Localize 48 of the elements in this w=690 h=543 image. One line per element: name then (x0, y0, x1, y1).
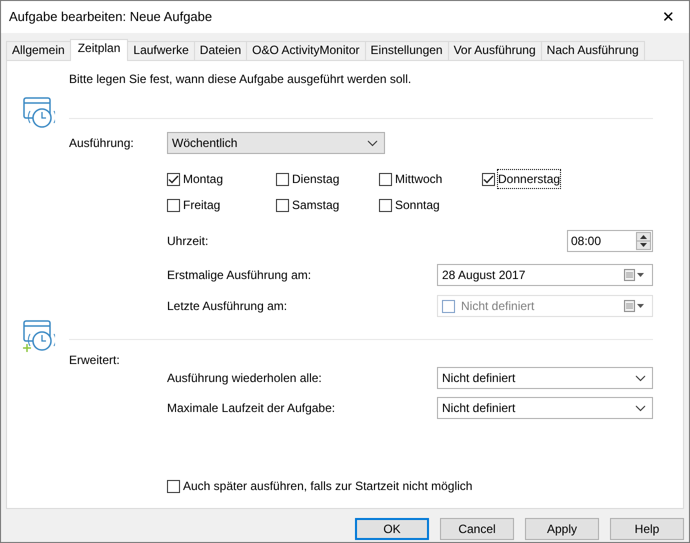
time-spinner[interactable]: 08:00 (567, 230, 653, 252)
checkbox[interactable] (167, 172, 180, 186)
date-picker[interactable]: 28 August 2017 (437, 264, 653, 286)
dialog-button[interactable]: Cancel (440, 518, 514, 540)
field-label: Ausführung: (69, 135, 135, 152)
checkbox[interactable] (276, 172, 289, 186)
field-label: Maximale Laufzeit der Aufgabe: (167, 400, 336, 417)
schedule-dropdown[interactable]: Wöchentlich (167, 132, 385, 154)
date-value: 28 August 2017 (442, 267, 526, 284)
calendar-dropdown-icon (624, 269, 646, 281)
checkbox[interactable] (482, 172, 495, 186)
chevron-icon (635, 404, 646, 412)
calendar-dropdown-icon (624, 300, 646, 312)
close-button[interactable]: ✕ (658, 10, 679, 24)
chevron-icon (635, 374, 646, 382)
checkbox-label[interactable]: Sonntag (395, 196, 440, 214)
dialog-button[interactable]: Apply (525, 518, 599, 540)
spin-arrows-icon (636, 232, 651, 250)
field-label: Letzte Ausführung am: (167, 298, 288, 315)
checkbox[interactable] (276, 198, 289, 212)
window-title: Aufgabe bearbeiten: Neue Aufgabe (9, 8, 212, 26)
checkbox[interactable] (167, 480, 180, 492)
field-label: Uhrzeit: (167, 233, 210, 250)
field-label: Ausführung wiederholen alle: (167, 370, 323, 387)
intro-text: Bitte legen Sie fest, wann diese Aufgabe ausgeführt werden soll. (69, 71, 412, 86)
checkbox-label[interactable]: Freitag (183, 196, 220, 214)
tab[interactable]: Allgemein (6, 41, 71, 60)
calendar-clock-add-icon (21, 319, 55, 353)
chevron-icon (367, 140, 378, 146)
checkbox-label[interactable]: Dienstag (292, 170, 340, 188)
checkbox-label[interactable]: Auch später ausführen, falls zur Startzeit nicht möglich (183, 477, 472, 495)
checkbox[interactable] (379, 172, 392, 186)
checkbox-label[interactable]: Samstag (292, 196, 340, 214)
tab[interactable]: Nach Ausführung (540, 41, 645, 60)
field-label: Erstmalige Ausführung am: (167, 267, 312, 284)
tab[interactable]: Zeitplan (70, 39, 128, 61)
dialog-button[interactable]: Help (610, 518, 684, 540)
checkbox-label[interactable]: Donnerstag (498, 170, 560, 188)
date-value: Nicht definiert (461, 298, 534, 315)
calendar-clock-icon (21, 96, 55, 130)
section-label: Erweitert: (69, 352, 121, 365)
dropdown[interactable]: Nicht definiert (437, 397, 653, 419)
dialog-button[interactable]: OK (355, 518, 429, 540)
checkbox-label[interactable]: Montag (183, 170, 224, 188)
checkbox-label[interactable]: Mittwoch (395, 170, 442, 188)
checkbox[interactable] (379, 198, 392, 212)
dropdown[interactable]: Nicht definiert (437, 367, 653, 389)
checkbox[interactable] (167, 198, 180, 212)
